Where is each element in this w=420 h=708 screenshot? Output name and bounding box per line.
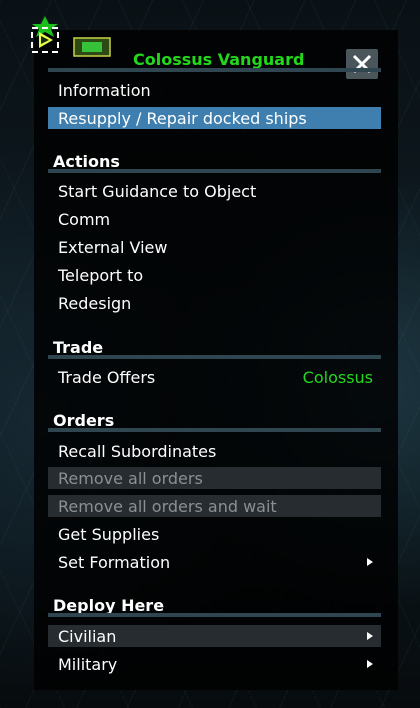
menu-item-label: Comm: [58, 209, 111, 229]
section-separator: [48, 613, 381, 617]
menu-item-label: Information: [58, 80, 151, 100]
menu-item-military[interactable]: Military: [48, 653, 381, 675]
menu-item-trade-offers[interactable]: Trade Offers Colossus: [48, 366, 381, 388]
menu-item-set-formation[interactable]: Set Formation: [48, 551, 381, 573]
menu-item-label: Set Formation: [58, 552, 171, 572]
menu-item-start-guidance[interactable]: Start Guidance to Object: [48, 180, 381, 202]
menu-item-label: Civilian: [58, 626, 117, 646]
menu-item-label: Resupply / Repair docked ships: [58, 108, 307, 128]
menu-item-remove-all-orders-wait[interactable]: Remove all orders and wait: [48, 495, 381, 517]
trade-offers-value: Colossus: [302, 367, 373, 387]
menu-item-label: Trade Offers: [58, 367, 156, 387]
submenu-arrow-icon: [367, 632, 373, 640]
menu-item-comm[interactable]: Comm: [48, 208, 381, 230]
submenu-arrow-icon: [367, 558, 373, 566]
ship-class-icon: [31, 16, 59, 53]
section-separator: [48, 169, 381, 173]
menu-item-information[interactable]: Information: [48, 79, 381, 101]
close-button[interactable]: [346, 49, 378, 79]
menu-item-redesign[interactable]: Redesign: [48, 292, 381, 314]
faction-icon: [73, 37, 111, 57]
menu-item-label: Redesign: [58, 293, 132, 313]
section-separator: [48, 355, 381, 359]
title-separator: [48, 68, 381, 72]
menu-item-label: Get Supplies: [58, 524, 160, 544]
menu-item-teleport-to[interactable]: Teleport to: [48, 264, 381, 286]
context-menu-panel: [34, 30, 398, 690]
menu-title: Colossus Vanguard: [133, 50, 305, 69]
menu-item-label: Start Guidance to Object: [58, 181, 257, 201]
menu-item-resupply-repair[interactable]: Resupply / Repair docked ships: [48, 107, 381, 129]
menu-item-label: Military: [58, 654, 118, 674]
section-separator: [48, 428, 381, 432]
menu-item-label: Recall Subordinates: [58, 441, 217, 461]
menu-item-civilian[interactable]: Civilian: [48, 625, 381, 647]
submenu-arrow-icon: [367, 660, 373, 668]
menu-item-get-supplies[interactable]: Get Supplies: [48, 523, 381, 545]
menu-item-label: Remove all orders and wait: [58, 496, 277, 516]
menu-item-remove-all-orders[interactable]: Remove all orders: [48, 467, 381, 489]
menu-item-label: Teleport to: [58, 265, 144, 285]
menu-item-recall-subordinates[interactable]: Recall Subordinates: [48, 440, 381, 462]
menu-item-label: Remove all orders: [58, 468, 203, 488]
menu-item-label: External View: [58, 237, 168, 257]
menu-item-external-view[interactable]: External View: [48, 236, 381, 258]
